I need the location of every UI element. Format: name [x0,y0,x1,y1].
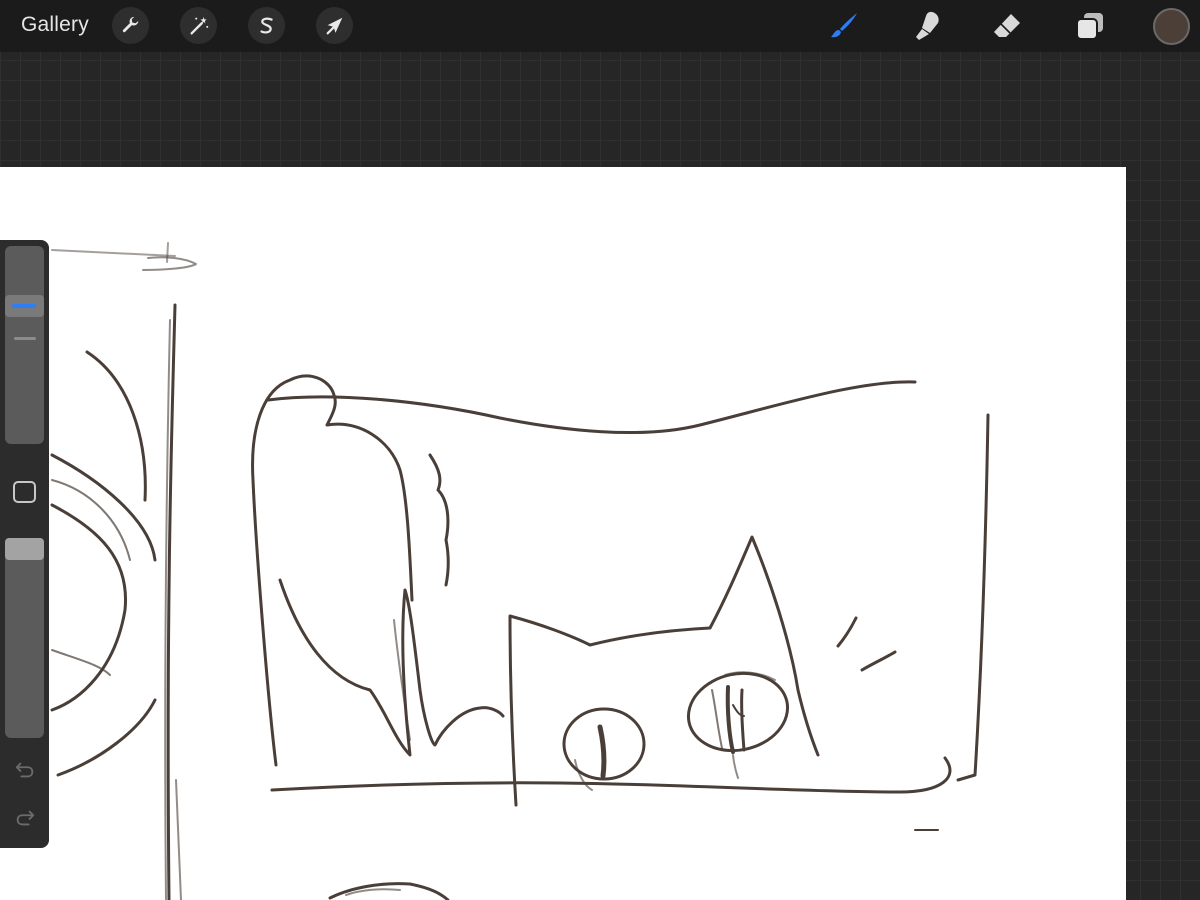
brush-opacity-thumb[interactable] [5,538,44,560]
wrench-icon [122,16,138,32]
brush-size-thumb[interactable] [5,295,44,317]
arrow-cursor-icon [326,17,342,34]
size-slider-tick [14,337,36,340]
layers-icon [1076,13,1103,40]
brush-opacity-slider[interactable] [5,538,44,738]
actions-button[interactable] [112,7,149,44]
magic-wand-icon [189,16,208,35]
eraser-icon [994,14,1020,37]
undo-icon [15,762,34,778]
top-toolbar: Gallery [0,0,1200,52]
color-picker-swatch[interactable] [1153,8,1190,45]
drawing-canvas[interactable] [0,167,1126,900]
brush-tool-button[interactable] [826,8,862,44]
undo-button[interactable] [12,757,38,783]
brush-icon [831,13,857,38]
transform-button[interactable] [316,7,353,44]
redo-button[interactable] [12,805,38,831]
size-indicator-line [12,304,36,308]
redo-icon [16,810,35,826]
modify-button[interactable] [13,481,36,503]
sketch-drawing [50,242,990,900]
adjustments-button[interactable] [180,7,217,44]
brush-sidebar [0,240,49,848]
brush-size-slider[interactable] [5,246,44,444]
selection-button[interactable] [248,7,285,44]
smudge-tool-button[interactable] [908,8,944,44]
layers-button[interactable] [1072,8,1108,44]
eraser-tool-button[interactable] [989,8,1025,44]
smudge-finger-icon [916,11,939,40]
gallery-button[interactable]: Gallery [21,13,89,37]
selection-s-icon [259,17,273,34]
